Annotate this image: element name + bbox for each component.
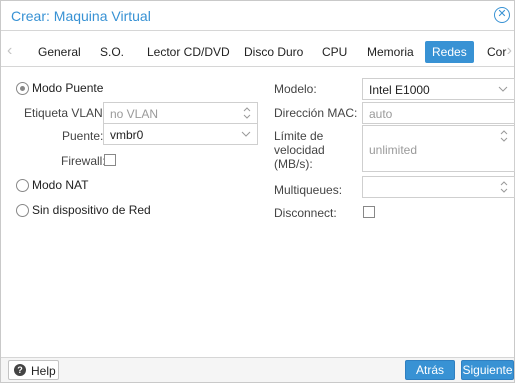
tab-scroll-right-icon[interactable]: › xyxy=(507,43,512,59)
mode-nat-label: Modo NAT xyxy=(32,178,89,192)
tab-general[interactable]: General xyxy=(38,41,81,63)
help-button[interactable]: ? Help xyxy=(8,360,59,380)
multiqueue-input[interactable] xyxy=(362,176,515,198)
spinner-icon[interactable] xyxy=(242,105,252,121)
tab-os[interactable]: S.O. xyxy=(100,41,124,63)
rate-limit-input[interactable]: unlimited xyxy=(362,125,515,172)
bridge-select[interactable]: vmbr0 xyxy=(103,123,258,145)
tab-confirm[interactable]: Cor xyxy=(487,41,506,63)
dialog-window: Crear: Maquina Virtual ✕ ‹ General S.O. … xyxy=(0,0,515,383)
chevron-down-icon[interactable] xyxy=(241,128,251,138)
rate-limit-label-line3: (MB/s): xyxy=(274,157,313,171)
disconnect-label: Disconnect: xyxy=(274,206,337,220)
tab-cd-dvd[interactable]: Lector CD/DVD xyxy=(147,41,230,63)
tab-memory[interactable]: Memoria xyxy=(367,41,414,63)
rate-limit-value: unlimited xyxy=(369,143,418,157)
vlan-input[interactable]: no VLAN xyxy=(103,102,258,124)
back-button[interactable]: Atrás xyxy=(405,360,455,380)
mode-bridge-label: Modo Puente xyxy=(32,81,104,95)
vlan-value: no VLAN xyxy=(110,107,159,121)
firewall-label: Firewall: xyxy=(61,154,106,168)
mac-value: auto xyxy=(369,107,393,121)
no-device-radio[interactable] xyxy=(16,204,29,217)
chevron-down-icon[interactable] xyxy=(498,83,508,93)
bridge-label: Puente: xyxy=(62,129,104,143)
firewall-checkbox[interactable] xyxy=(104,154,116,166)
mode-nat-radio[interactable] xyxy=(16,179,29,192)
mac-input[interactable]: auto xyxy=(362,102,515,124)
next-button[interactable]: Siguiente xyxy=(461,360,514,380)
tab-scroll-left-icon[interactable]: ‹ xyxy=(7,43,12,59)
rate-limit-label-line2: velocidad xyxy=(274,143,325,157)
close-icon[interactable]: ✕ xyxy=(494,7,510,23)
model-select[interactable]: Intel E1000 xyxy=(362,78,515,100)
tab-bar: ‹ General S.O. Lector CD/DVD Disco Duro … xyxy=(1,37,514,67)
question-icon: ? xyxy=(14,364,26,376)
title-bar: Crear: Maquina Virtual ✕ xyxy=(1,1,514,31)
footer-bar: ? Help Atrás Siguiente xyxy=(1,357,514,382)
tab-cpu[interactable]: CPU xyxy=(322,41,347,63)
model-value: Intel E1000 xyxy=(369,83,430,97)
spinner-icon[interactable] xyxy=(499,128,509,144)
disconnect-checkbox[interactable] xyxy=(363,206,375,218)
rate-limit-label-line1: Límite de xyxy=(274,129,324,143)
mode-bridge-radio[interactable] xyxy=(16,82,29,95)
help-label: Help xyxy=(31,364,56,378)
dialog-title: Crear: Maquina Virtual xyxy=(11,8,151,24)
tab-hard-disk[interactable]: Disco Duro xyxy=(244,41,303,63)
tab-network[interactable]: Redes xyxy=(425,41,474,63)
model-label: Modelo: xyxy=(274,82,317,96)
mac-label: Dirección MAC: xyxy=(274,106,358,120)
spinner-icon[interactable] xyxy=(499,179,509,195)
vlan-label: Etiqueta VLAN: xyxy=(24,106,107,120)
multiqueue-label: Multiqueues: xyxy=(274,183,343,197)
no-device-label: Sin dispositivo de Red xyxy=(32,203,151,217)
bridge-value: vmbr0 xyxy=(110,128,144,142)
